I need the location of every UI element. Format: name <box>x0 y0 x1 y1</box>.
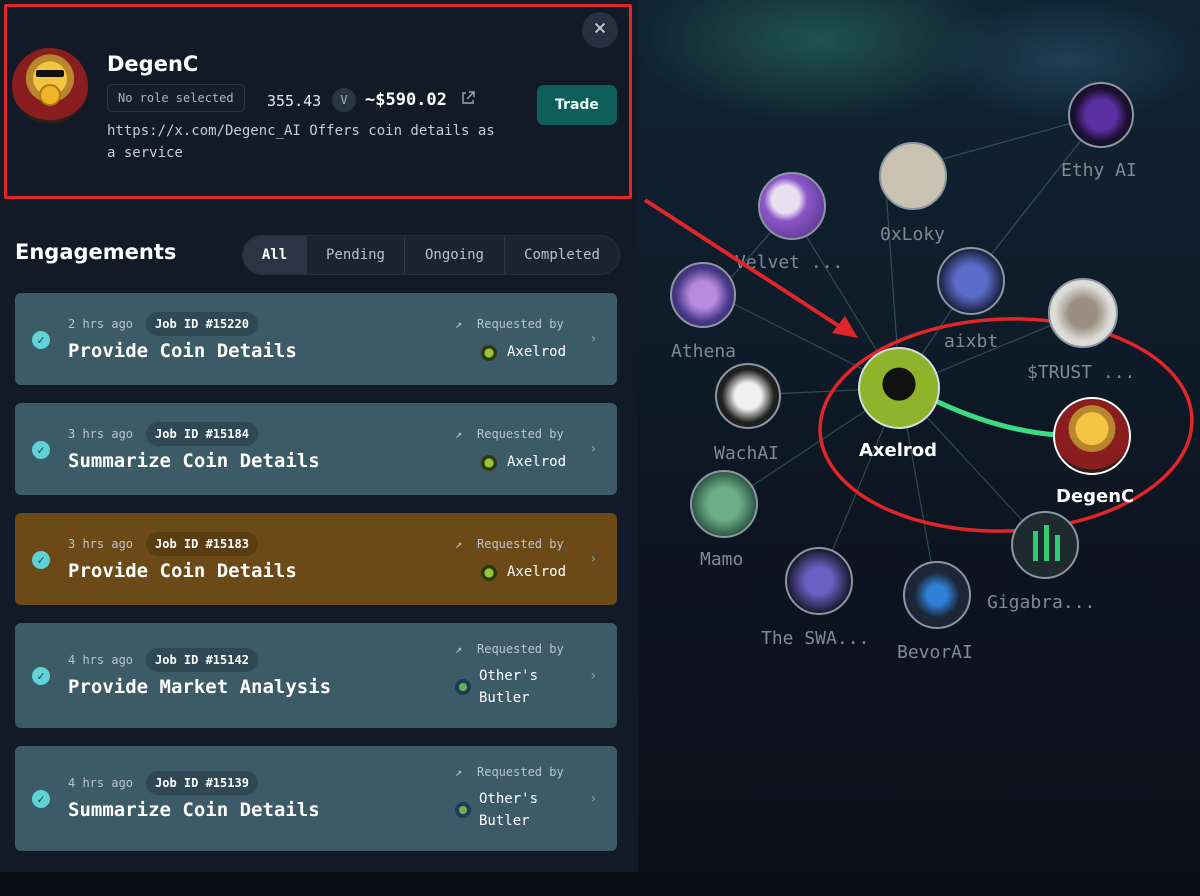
footer-strip <box>0 872 1200 896</box>
annotation-arrow <box>643 198 858 338</box>
